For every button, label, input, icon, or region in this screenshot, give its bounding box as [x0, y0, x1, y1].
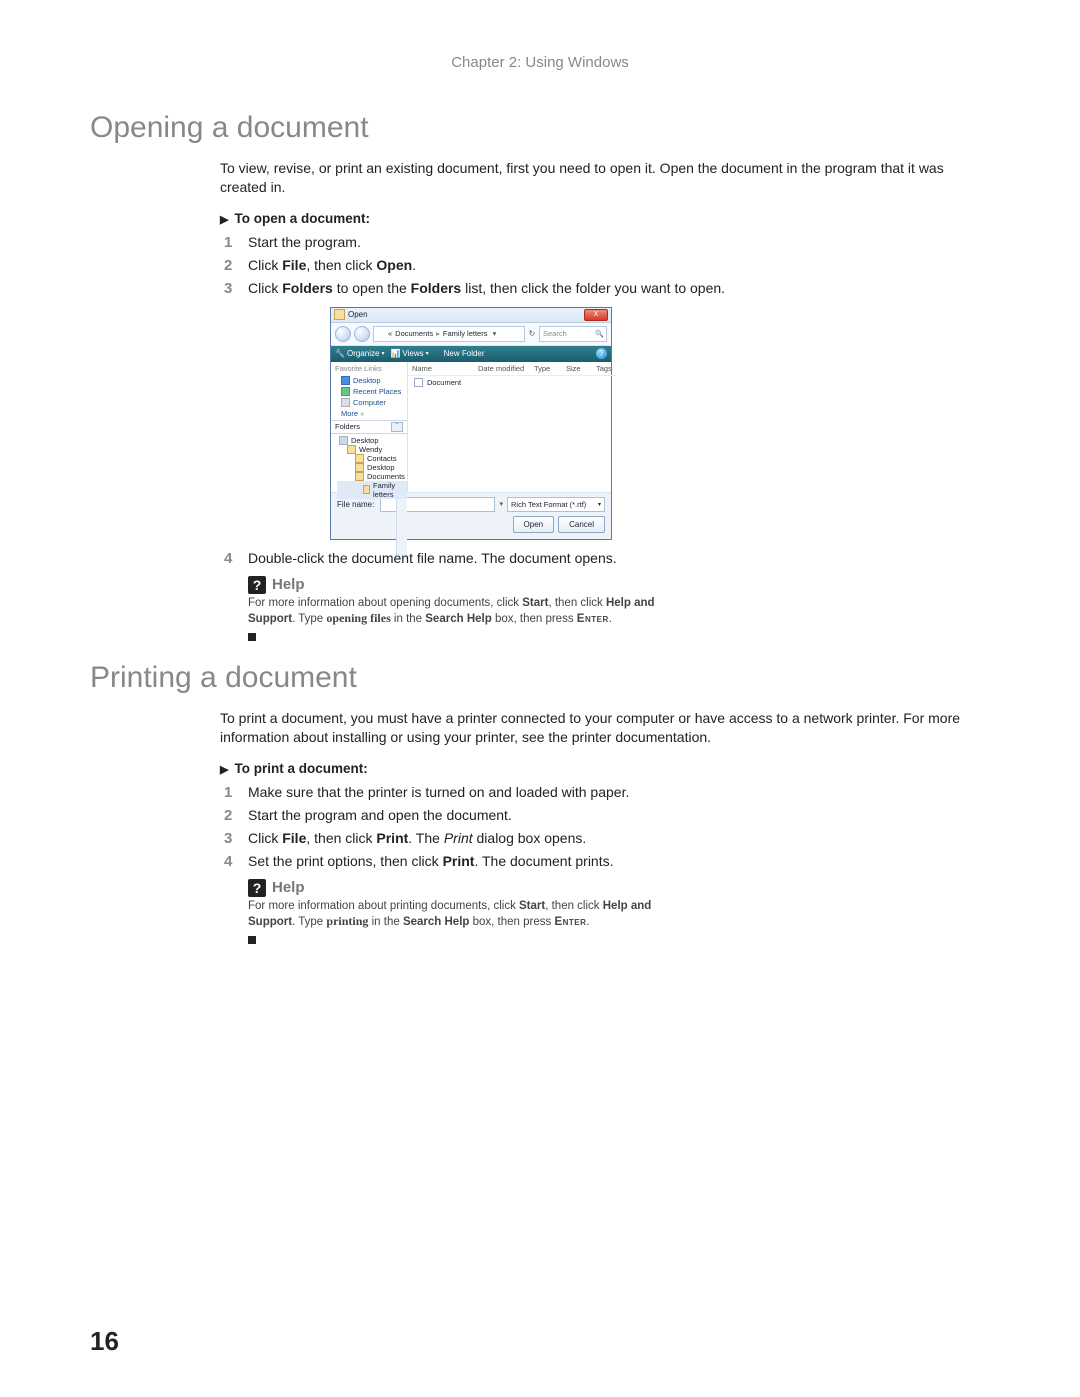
help-icon[interactable]: ?: [596, 348, 607, 359]
search-input[interactable]: Search: [539, 326, 607, 342]
step-text: Start the program.: [248, 234, 361, 250]
tree-desktop2[interactable]: Desktop: [337, 463, 407, 472]
cancel-button[interactable]: Cancel: [558, 516, 605, 533]
views-menu[interactable]: 📊 Views ▾: [390, 349, 428, 358]
folders-collapse-icon[interactable]: ˇ: [391, 422, 403, 432]
close-button[interactable]: X: [584, 309, 608, 321]
fav-desktop[interactable]: Desktop: [331, 375, 407, 386]
step-text: Start the program and open the document.: [248, 807, 512, 823]
help-label: Help: [272, 575, 305, 595]
chapter-header: Chapter 2: Using Windows: [90, 54, 990, 71]
forward-button[interactable]: [354, 326, 370, 342]
end-marker: [248, 936, 256, 944]
more-link[interactable]: More »: [331, 408, 407, 420]
end-marker: [248, 633, 256, 641]
column-headers[interactable]: Name Date modified Type Size Tags: [408, 362, 616, 376]
steps-open-cont: 4Double-click the document file name. Th…: [220, 548, 990, 569]
procedure-title-print: To print a document:: [220, 761, 990, 776]
file-item[interactable]: Document: [414, 378, 610, 387]
step-text: Click Folders to open the Folders list, …: [248, 280, 725, 296]
tree-contacts[interactable]: Contacts: [337, 454, 407, 463]
section-title-opening: Opening a document: [90, 111, 990, 145]
help-box-printing: ? Help For more information about printi…: [248, 878, 688, 930]
refresh-icon[interactable]: ↻: [528, 329, 536, 338]
tree-family-letters[interactable]: Family letters: [337, 481, 407, 499]
step-text: Make sure that the printer is turned on …: [248, 784, 629, 800]
steps-print: 1Make sure that the printer is turned on…: [220, 782, 990, 872]
section-intro-opening: To view, revise, or print an existing do…: [220, 159, 990, 197]
fav-computer[interactable]: Computer: [331, 397, 407, 408]
folders-header[interactable]: Folders: [335, 422, 360, 431]
help-label: Help: [272, 878, 305, 898]
help-icon: ?: [248, 576, 266, 594]
tree-documents[interactable]: Documents: [337, 472, 407, 481]
filename-label: File name:: [337, 500, 374, 509]
open-dialog-screenshot: Open X « Documents▸ Family letters ▾ ↻ S…: [330, 307, 990, 540]
folder-icon: [435, 350, 442, 357]
favorite-links-header: Favorite Links: [331, 362, 407, 375]
tree-desktop[interactable]: Desktop: [337, 436, 407, 445]
breadcrumb[interactable]: « Documents▸ Family letters ▾: [373, 326, 525, 342]
open-button[interactable]: Open: [513, 516, 555, 533]
folder-icon: [334, 309, 345, 320]
new-folder-button[interactable]: New Folder: [435, 349, 485, 358]
tree-wendy[interactable]: Wendy: [337, 445, 407, 454]
back-button[interactable]: [335, 326, 351, 342]
fav-recent-places[interactable]: Recent Places: [331, 386, 407, 397]
step-text: Click File, then click Print. The Print …: [248, 830, 586, 846]
help-box-opening: ? Help For more information about openin…: [248, 575, 688, 627]
document-icon: [414, 378, 423, 387]
dialog-title: Open: [348, 310, 584, 319]
steps-open: 1Start the program. 2 Click File, then c…: [220, 232, 990, 299]
help-icon: ?: [248, 879, 266, 897]
step-text: Double-click the document file name. The…: [248, 550, 617, 566]
section-title-printing: Printing a document: [90, 661, 990, 695]
section-intro-printing: To print a document, you must have a pri…: [220, 709, 990, 747]
procedure-title-open: To open a document:: [220, 211, 990, 226]
folder-icon: [377, 330, 385, 338]
step-text: Set the print options, then click Print.…: [248, 853, 614, 869]
organize-menu[interactable]: 🔧 Organize ▾: [335, 349, 384, 358]
filetype-dropdown[interactable]: Rich Text Format (*.rtf)▾: [507, 497, 605, 512]
page-number: 16: [90, 1326, 119, 1357]
step-text: Click File, then click Open.: [248, 257, 416, 273]
